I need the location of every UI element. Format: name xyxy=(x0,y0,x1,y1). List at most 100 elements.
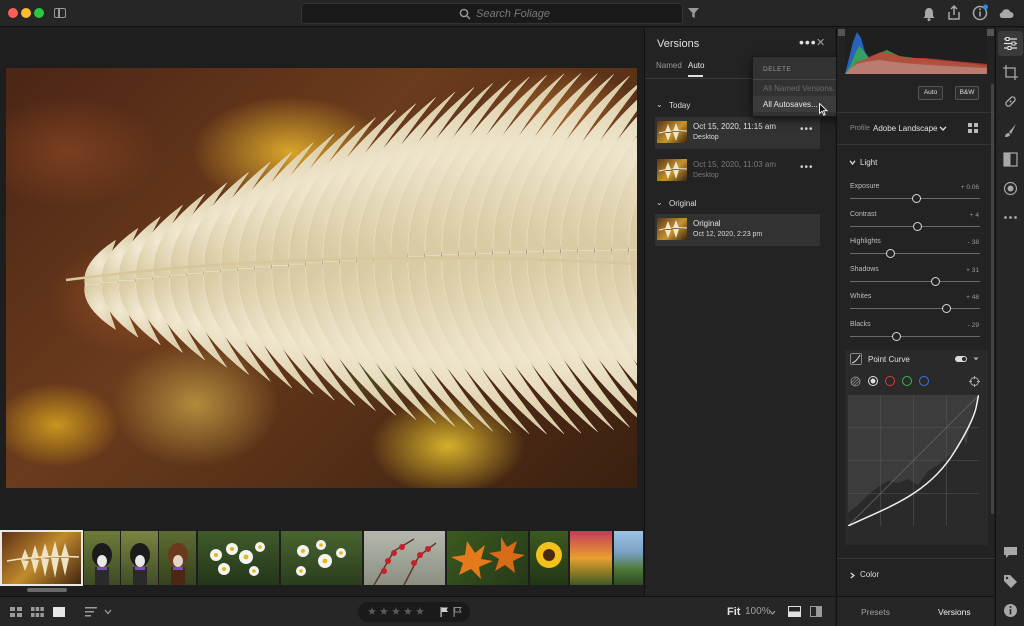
bell-icon[interactable] xyxy=(920,5,938,23)
star-rating[interactable]: ★ ★ ★ ★ ★ xyxy=(358,602,470,622)
filmstrip-thumb-sunflower[interactable] xyxy=(530,531,568,585)
bw-button[interactable]: B&W xyxy=(955,86,979,100)
slider-value-blacks[interactable]: - 29 xyxy=(968,322,979,329)
channel-luminance-icon[interactable] xyxy=(868,376,878,386)
parametric-curve-icon[interactable] xyxy=(850,376,861,387)
filmstrip-thumb-red-berries[interactable] xyxy=(364,531,445,585)
versions-more-icon[interactable]: ••• xyxy=(799,34,817,50)
auto-button[interactable]: Auto xyxy=(918,86,943,100)
chevron-down-icon[interactable] xyxy=(849,160,856,165)
slider-thumb-contrast[interactable] xyxy=(913,221,923,231)
presets-tab[interactable]: Presets xyxy=(861,607,890,617)
filmstrip-scrollbar[interactable] xyxy=(0,587,643,593)
minimize-window-button[interactable] xyxy=(21,8,31,18)
color-section-title[interactable]: Color xyxy=(860,570,879,579)
filmstrip-thumb-autumn-tree[interactable] xyxy=(570,531,612,585)
search-box[interactable] xyxy=(301,3,683,24)
version-item[interactable]: Original Oct 12, 2020, 2:23 pm xyxy=(655,214,820,246)
info-icon[interactable] xyxy=(1003,603,1018,618)
chevron-down-icon[interactable]: ⌄ xyxy=(656,198,663,207)
before-after-icon[interactable] xyxy=(788,606,801,617)
edit-sliders-icon[interactable] xyxy=(1003,36,1018,51)
profile-browser-icon[interactable] xyxy=(968,123,978,133)
detail-view-icon[interactable] xyxy=(53,607,65,617)
point-curve-graph[interactable] xyxy=(848,395,979,526)
star-icon[interactable]: ★ xyxy=(379,605,389,618)
slider-track-blacks[interactable] xyxy=(850,335,980,337)
filmstrip-thumb-landscape[interactable] xyxy=(614,531,643,585)
photo-canvas[interactable] xyxy=(0,28,643,528)
slider-track-whites[interactable] xyxy=(850,308,980,309)
slider-value-contrast[interactable]: + 4 xyxy=(970,212,979,219)
more-icon[interactable]: ••• xyxy=(800,162,814,173)
chevron-down-icon[interactable]: ⌄ xyxy=(656,100,663,109)
zoom-level[interactable]: 100% xyxy=(745,606,771,617)
chevron-down-icon[interactable] xyxy=(104,609,112,615)
slider-thumb-shadows[interactable] xyxy=(930,276,940,286)
slider-thumb-whites[interactable] xyxy=(941,304,951,313)
channel-red-icon[interactable] xyxy=(885,376,895,386)
radial-gradient-icon[interactable] xyxy=(1003,181,1018,196)
chevron-down-icon[interactable] xyxy=(973,357,979,361)
histogram-clip-right-icon[interactable] xyxy=(987,29,994,36)
slider-value-whites[interactable]: + 48 xyxy=(966,294,979,301)
point-curve-toggle[interactable] xyxy=(955,356,967,362)
comment-icon[interactable] xyxy=(1003,545,1018,560)
filmstrip-thumb-daisies-2[interactable] xyxy=(281,531,362,585)
filmstrip-thumb-dog-2[interactable] xyxy=(121,531,158,585)
light-section-title[interactable]: Light xyxy=(860,158,877,167)
sort-icon[interactable] xyxy=(85,607,99,617)
chevron-down-icon[interactable] xyxy=(939,126,947,131)
slider-value-exposure[interactable]: + 0.06 xyxy=(961,184,979,191)
share-icon[interactable] xyxy=(945,4,963,22)
channel-blue-icon[interactable] xyxy=(919,376,929,386)
slider-value-shadows[interactable]: + 31 xyxy=(966,267,979,274)
version-item[interactable]: Oct 15, 2020, 11:15 am Desktop ••• xyxy=(655,117,820,149)
target-adjust-icon[interactable] xyxy=(969,376,980,387)
search-input[interactable] xyxy=(476,6,666,21)
more-icon[interactable]: ••• xyxy=(800,124,814,135)
profile-select[interactable]: Adobe Landscape xyxy=(873,124,938,133)
slider-thumb-blacks[interactable] xyxy=(891,331,901,341)
compare-icon[interactable] xyxy=(810,606,822,617)
slider-thumb-exposure[interactable] xyxy=(911,194,921,203)
histogram-clip-left-icon[interactable] xyxy=(838,29,845,36)
tab-named[interactable]: Named xyxy=(656,61,682,70)
close-icon[interactable]: ✕ xyxy=(816,36,825,49)
crop-icon[interactable] xyxy=(1003,65,1018,80)
section-title-original[interactable]: Original xyxy=(669,199,697,208)
star-icon[interactable]: ★ xyxy=(415,605,425,618)
versions-tab[interactable]: Versions xyxy=(938,607,971,617)
main-photo[interactable] xyxy=(6,68,637,488)
slider-thumb-highlights[interactable] xyxy=(885,249,895,258)
slider-value-highlights[interactable]: - 38 xyxy=(968,239,979,246)
zoom-chevron-icon[interactable] xyxy=(769,610,776,615)
tag-icon[interactable] xyxy=(1003,574,1018,589)
edit-panel-scrollbar[interactable] xyxy=(991,84,994,514)
filmstrip-scroll-thumb[interactable] xyxy=(27,588,67,592)
flag-pick-icon[interactable] xyxy=(440,607,449,617)
slider-track-highlights[interactable] xyxy=(850,253,980,254)
brush-icon[interactable] xyxy=(1003,123,1018,138)
flag-reject-icon[interactable] xyxy=(453,607,462,617)
filmstrip-thumb-dog-3[interactable] xyxy=(159,531,196,585)
linear-gradient-icon[interactable] xyxy=(1003,152,1018,167)
close-window-button[interactable] xyxy=(8,8,18,18)
photo-grid-icon[interactable] xyxy=(10,607,22,617)
channel-green-icon[interactable] xyxy=(902,376,912,386)
square-grid-icon[interactable] xyxy=(31,607,44,617)
info-icon[interactable] xyxy=(971,4,989,22)
slider-track-shadows[interactable] xyxy=(850,280,980,282)
filter-icon[interactable] xyxy=(688,8,699,18)
star-icon[interactable]: ★ xyxy=(367,605,377,618)
zoom-window-button[interactable] xyxy=(34,8,44,18)
cloud-icon[interactable] xyxy=(997,4,1015,22)
tab-auto[interactable]: Auto xyxy=(688,61,704,70)
sidebar-toggle-icon[interactable] xyxy=(54,8,66,18)
filmstrip-thumb-daisies-1[interactable] xyxy=(198,531,279,585)
more-tools-icon[interactable] xyxy=(1003,210,1018,225)
filmstrip-thumb-orange-leaves[interactable] xyxy=(447,531,528,585)
chevron-right-icon[interactable] xyxy=(850,572,855,579)
version-item[interactable]: Oct 15, 2020, 11:03 am Desktop ••• xyxy=(655,155,820,187)
filmstrip-thumb-fern[interactable] xyxy=(0,530,83,586)
